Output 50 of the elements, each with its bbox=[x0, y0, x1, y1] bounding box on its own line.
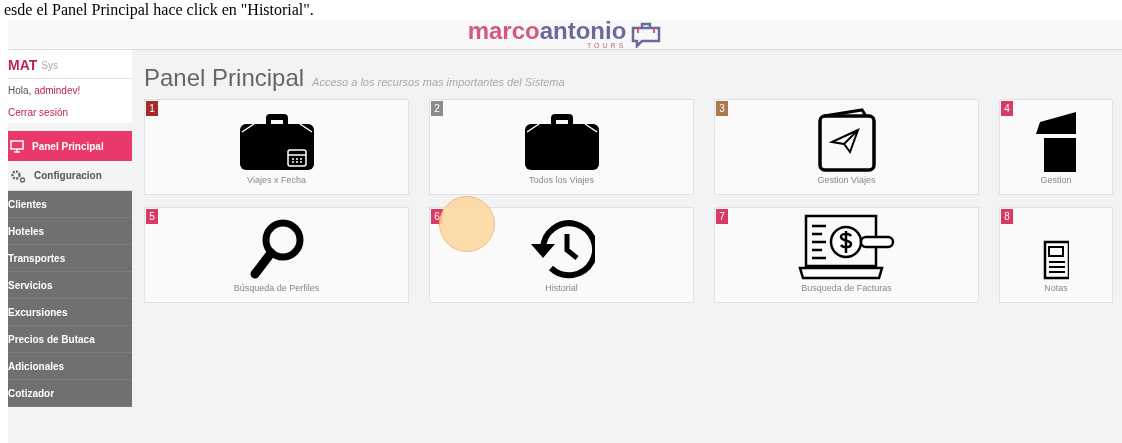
search-icon bbox=[248, 217, 305, 280]
sidebar-item[interactable]: Panel Principal bbox=[8, 131, 132, 161]
briefcase-icon bbox=[524, 113, 599, 172]
caption: esde el Panel Principal hace click en "Historial". bbox=[4, 1, 314, 19]
brand-name: MAT bbox=[8, 57, 38, 73]
number-badge: 4 bbox=[1001, 101, 1013, 116]
laptop-dollar-search-icon bbox=[797, 213, 896, 280]
card-label: Gestion bbox=[1040, 173, 1072, 187]
shortcut-card[interactable]: 5 Búsqueda de Perfiles bbox=[144, 207, 409, 303]
document-icon bbox=[1043, 239, 1069, 280]
submenu-item[interactable]: Precios de Butaca bbox=[8, 326, 132, 353]
card-label: Notas bbox=[1044, 281, 1068, 295]
history-icon bbox=[528, 217, 595, 280]
shortcut-card[interactable]: 8 Notas bbox=[999, 207, 1113, 303]
number-badge: 1 bbox=[146, 101, 158, 116]
monitor-icon bbox=[10, 139, 24, 153]
submenu-item[interactable]: Transportes bbox=[8, 245, 132, 272]
submenu-item[interactable]: Cotizador bbox=[8, 380, 132, 407]
logo-text: marcoantonio bbox=[467, 20, 627, 42]
shortcut-card[interactable]: 4 Gestion bbox=[999, 99, 1113, 195]
card-label: Gestion Viajes bbox=[817, 173, 876, 187]
card-label: Historial bbox=[545, 281, 578, 295]
number-badge: 6 bbox=[431, 209, 443, 224]
submenu-item[interactable]: Clientes bbox=[8, 191, 132, 218]
shortcut-card[interactable]: 6 Historial bbox=[429, 207, 694, 303]
page-title: Panel Principal bbox=[144, 63, 305, 93]
submenu-item[interactable]: Adicionales bbox=[8, 353, 132, 380]
card-label: Todos los Viajes bbox=[529, 173, 594, 187]
shortcut-card[interactable]: 3 Gestion Viajes bbox=[714, 99, 979, 195]
number-badge: 7 bbox=[716, 209, 728, 224]
submenu-item[interactable]: Excursiones bbox=[8, 299, 132, 326]
paper-plane-card-icon bbox=[817, 107, 876, 172]
card-label: Viajes x Fecha bbox=[247, 173, 306, 187]
logout-link[interactable]: Cerrar sesión bbox=[8, 104, 69, 120]
card-label: Búsqueda de Perfiles bbox=[233, 281, 320, 295]
number-badge: 8 bbox=[1001, 209, 1013, 224]
submenu-item[interactable]: Servicios bbox=[8, 272, 132, 299]
greeting-text: Hola, admindev! bbox=[8, 83, 81, 98]
submenu-item[interactable]: Hoteles bbox=[8, 218, 132, 245]
number-badge: 2 bbox=[431, 101, 443, 116]
brand-suffix: Sys bbox=[41, 59, 58, 73]
shortcut-card[interactable]: 2 Todos los Viajes bbox=[429, 99, 694, 195]
card-label: Busqueda de Facturas bbox=[801, 281, 892, 295]
number-badge: 5 bbox=[146, 209, 158, 224]
shortcut-card[interactable]: 1 Viajes x Fecha bbox=[144, 99, 409, 195]
shortcut-card[interactable]: 7 Busqueda de Facturas bbox=[714, 207, 979, 303]
suitcase-chat-icon bbox=[630, 21, 663, 48]
page-subtitle: Acceso a los recursos mas importantes del Sistema bbox=[312, 75, 565, 90]
briefcase-calendar-icon bbox=[239, 113, 314, 172]
number-badge: 3 bbox=[716, 101, 728, 116]
